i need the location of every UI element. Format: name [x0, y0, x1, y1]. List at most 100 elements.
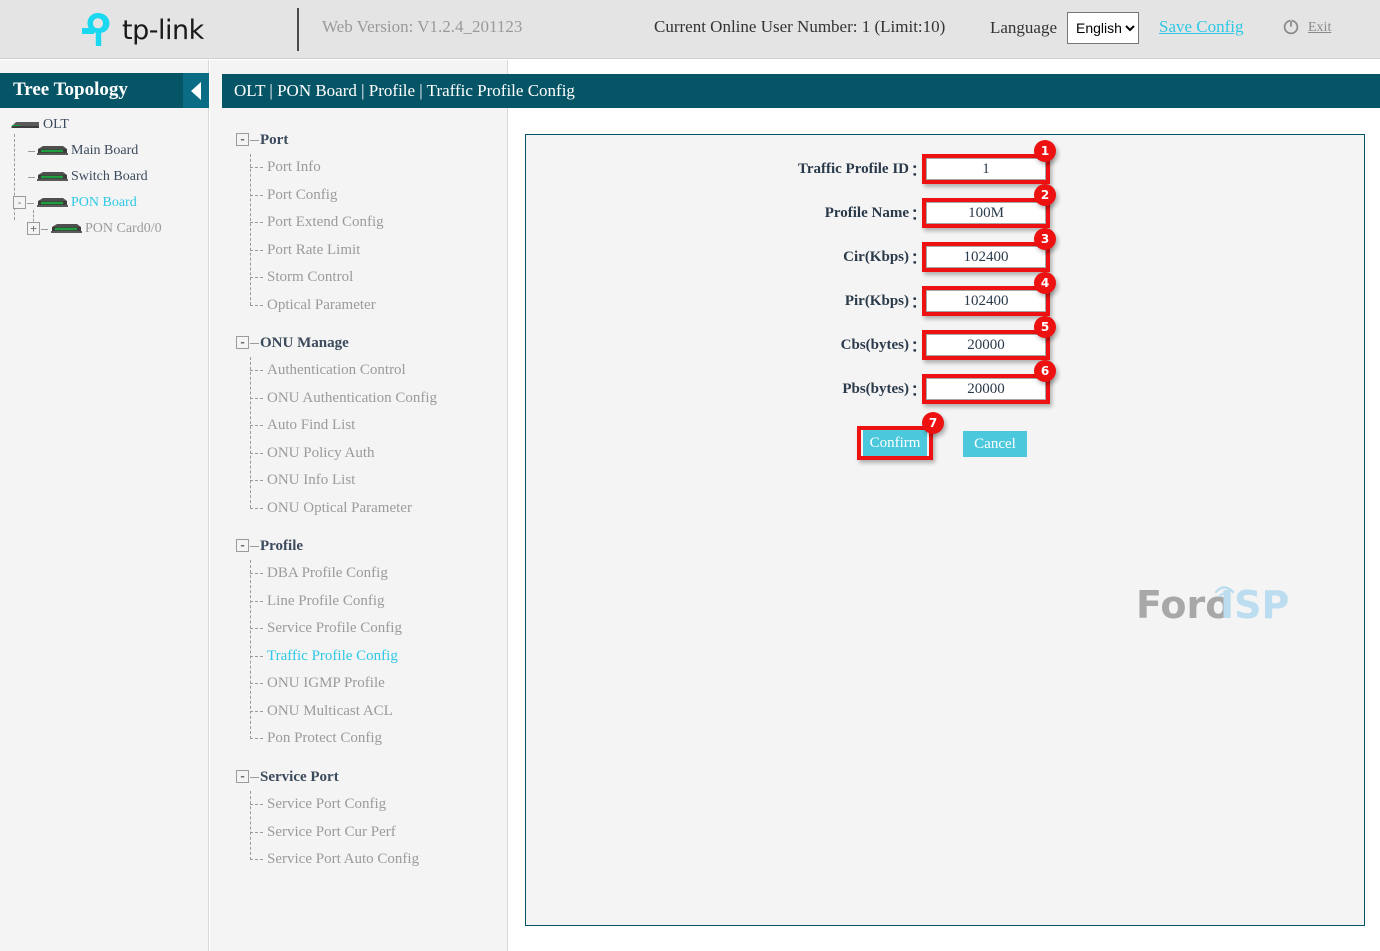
- menu-item-service-port-config[interactable]: Service Port Config: [210, 791, 508, 819]
- tree-topology-title: Tree Topology: [13, 79, 128, 100]
- tree-node-pon-card[interactable]: + PON Card0/0: [0, 210, 209, 242]
- menu-expander-toggle[interactable]: -: [236, 770, 249, 783]
- form-row: Traffic Profile ID： 1: [526, 140, 1366, 186]
- menu-item-port-info[interactable]: Port Info: [210, 154, 508, 182]
- menu-item-label: ONU IGMP Profile: [267, 675, 385, 692]
- menu-item-label: Traffic Profile Config: [267, 647, 398, 664]
- tree-node-switch-board[interactable]: Switch Board: [0, 164, 209, 190]
- power-icon[interactable]: [1283, 19, 1299, 35]
- menu-branch-line: [250, 343, 259, 344]
- menu-item-traffic-profile-config[interactable]: Traffic Profile Config: [210, 643, 508, 671]
- annotation-badge: 1: [1034, 140, 1056, 162]
- field-input[interactable]: [926, 246, 1046, 268]
- form-row: Pir(Kbps)：4: [526, 272, 1366, 318]
- form-row: Cbs(bytes)：5: [526, 316, 1366, 362]
- tree-topology-body: OLT Main Board Switch Board - PON Board …: [0, 112, 209, 242]
- tree-node-label[interactable]: Main Board: [71, 143, 138, 159]
- annotation-badge: 6: [1034, 360, 1056, 382]
- language-select[interactable]: English: [1067, 12, 1139, 44]
- tree-node-olt[interactable]: OLT: [0, 112, 209, 138]
- menu-item-optical-parameter[interactable]: Optical Parameter: [210, 292, 508, 320]
- menu-item-port-rate-limit[interactable]: Port Rate Limit: [210, 237, 508, 265]
- menu-branch-line: [250, 507, 263, 509]
- tree-expander-toggle[interactable]: -: [13, 196, 26, 209]
- menu-group-header[interactable]: - ONU Manage: [210, 329, 508, 357]
- field-annotation-highlight: [922, 374, 1050, 404]
- menu-branch-line: [250, 600, 263, 602]
- device-chassis-icon: [37, 198, 68, 207]
- menu-item-service-port-auto-config[interactable]: Service Port Auto Config: [210, 846, 508, 874]
- menu-item-dba-profile-config[interactable]: DBA Profile Config: [210, 560, 508, 588]
- tree-node-pon-board[interactable]: - PON Board: [0, 190, 209, 216]
- menu-branch-line: [250, 480, 263, 481]
- menu-item-label: ONU Authentication Config: [267, 389, 437, 406]
- field-input[interactable]: [926, 202, 1046, 224]
- field-annotation-highlight: [922, 154, 1050, 184]
- menu-item-service-port-cur-perf[interactable]: Service Port Cur Perf: [210, 819, 508, 847]
- field-label: Pir(Kbps): [844, 292, 909, 309]
- field-label: Cir(Kbps): [843, 248, 909, 265]
- cancel-button[interactable]: Cancel: [963, 431, 1027, 457]
- field-input[interactable]: [926, 334, 1046, 356]
- field-input[interactable]: [926, 378, 1046, 400]
- menu-group: - Port Port Info Port Config Port Extend Con…: [210, 126, 508, 313]
- menu-item-storm-control[interactable]: Storm Control: [210, 264, 508, 292]
- menu-branch-line: [250, 425, 263, 426]
- menu-item-label: ONU Policy Auth: [267, 444, 375, 461]
- field-input[interactable]: [926, 290, 1046, 312]
- menu-group: - ONU Manage Authentication Control ONU Aut…: [210, 329, 508, 516]
- device-chassis-icon: [37, 172, 68, 181]
- menu-item-line-profile-config[interactable]: Line Profile Config: [210, 588, 508, 616]
- menu-item-onu-multicast-acl[interactable]: ONU Multicast ACL: [210, 698, 508, 726]
- tree-node-label[interactable]: OLT: [43, 117, 69, 133]
- tree-node-label[interactable]: PON Card0/0: [85, 221, 162, 237]
- menu-item-label: Service Port Auto Config: [267, 851, 420, 868]
- menu-group-header[interactable]: - Profile: [210, 532, 508, 560]
- tree-branch-line: [28, 177, 35, 178]
- menu-branch-line: [250, 655, 263, 657]
- tree-node-main-board[interactable]: Main Board: [0, 138, 209, 164]
- foroisp-watermark: Foro ISP: [1136, 583, 1289, 627]
- menu-item-onu-policy-auth[interactable]: ONU Policy Auth: [210, 440, 508, 468]
- menu-item-label: Service Profile Config: [267, 620, 402, 637]
- menu-expander-toggle[interactable]: -: [236, 133, 249, 146]
- menu-branch-line: [250, 710, 263, 712]
- menu-group-header[interactable]: - Service Port: [210, 763, 508, 791]
- menu-branch-line: [250, 370, 263, 371]
- menu-expander-toggle[interactable]: -: [236, 539, 249, 552]
- menu-item-label: Authentication Control: [267, 362, 406, 379]
- menu-item-onu-optical-parameter[interactable]: ONU Optical Parameter: [210, 495, 508, 523]
- tplink-logo: tp-link: [78, 8, 204, 52]
- menu-item-label: Service Port Config: [267, 796, 387, 813]
- menu-item-onu-igmp-profile[interactable]: ONU IGMP Profile: [210, 670, 508, 698]
- menu-item-port-extend-config[interactable]: Port Extend Config: [210, 209, 508, 237]
- annotation-badge: 5: [1034, 316, 1056, 338]
- annotation-badge: 3: [1034, 228, 1056, 250]
- tree-branch-line: [27, 203, 34, 204]
- menu-item-label: Port Extend Config: [267, 214, 384, 231]
- annotation-badge: 4: [1034, 272, 1056, 294]
- menu-expander-toggle[interactable]: -: [236, 336, 249, 349]
- menu-item-onu-authentication-config[interactable]: ONU Authentication Config: [210, 385, 508, 413]
- chevron-left-icon[interactable]: [183, 73, 209, 108]
- save-config-link[interactable]: Save Config: [1159, 17, 1244, 37]
- field-input[interactable]: [926, 158, 1046, 180]
- menu-item-onu-info-list[interactable]: ONU Info List: [210, 467, 508, 495]
- device-chassis-icon: [37, 146, 68, 155]
- menu-item-pon-protect-config[interactable]: Pon Protect Config: [210, 725, 508, 753]
- menu-branch-line: [250, 222, 263, 223]
- menu-item-authentication-control[interactable]: Authentication Control: [210, 357, 508, 385]
- menu-group-header[interactable]: - Port: [210, 126, 508, 154]
- tree-node-label[interactable]: PON Board: [71, 195, 137, 211]
- menu-item-service-profile-config[interactable]: Service Profile Config: [210, 615, 508, 643]
- tree-node-label[interactable]: Switch Board: [71, 169, 148, 185]
- field-label: Profile Name: [824, 204, 909, 221]
- header-divider: [297, 8, 299, 51]
- confirm-button[interactable]: Confirm: [863, 430, 927, 456]
- menu-item-label: Port Info: [267, 159, 321, 176]
- exit-link[interactable]: Exit: [1308, 20, 1331, 36]
- svg-text:Foro: Foro: [1136, 583, 1231, 627]
- menu-item-auto-find-list[interactable]: Auto Find List: [210, 412, 508, 440]
- menu-item-port-config[interactable]: Port Config: [210, 182, 508, 210]
- tree-expander-toggle[interactable]: +: [27, 222, 40, 235]
